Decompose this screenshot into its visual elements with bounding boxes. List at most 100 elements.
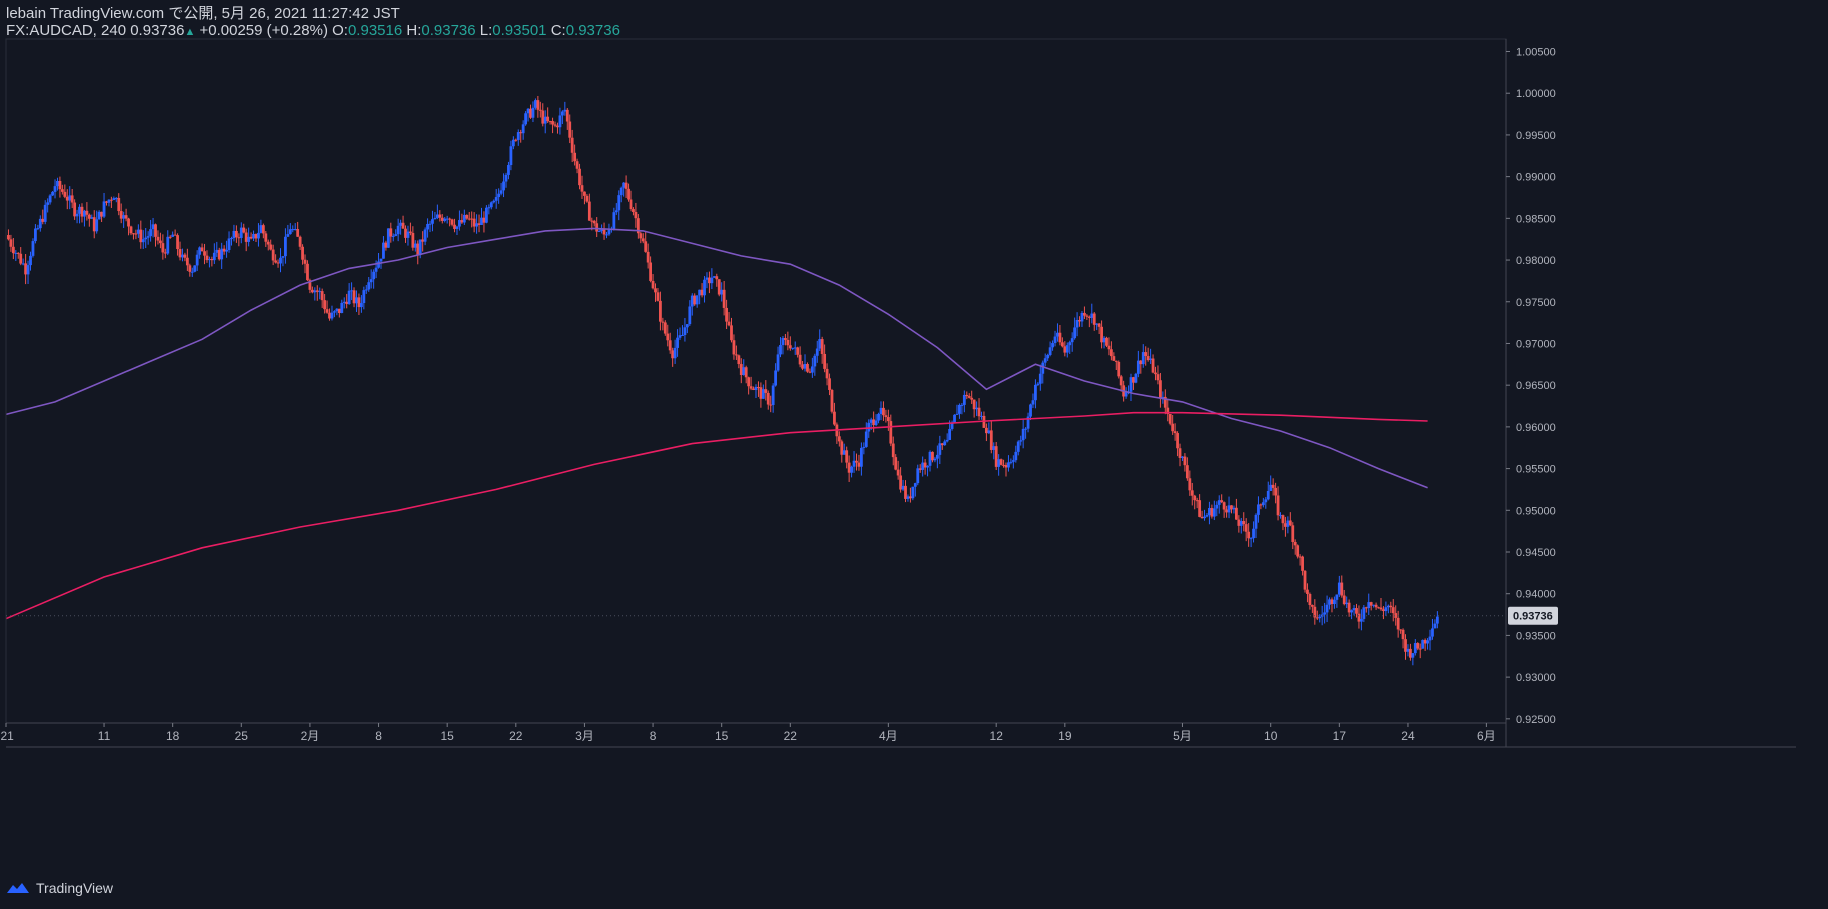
candle-body [438, 214, 442, 218]
candle-body [784, 338, 787, 340]
candle-body [994, 446, 998, 467]
candle-body [749, 386, 753, 389]
candle-body [1271, 484, 1275, 488]
candle-body [1188, 478, 1192, 491]
candle-body [771, 385, 775, 406]
candle-body [958, 404, 961, 414]
candle-body [1352, 608, 1356, 611]
x-tick-label: 4月 [879, 729, 898, 743]
candle-body [948, 428, 952, 440]
candle-body [1173, 431, 1177, 434]
candle-body [418, 239, 422, 256]
candle-body [1139, 360, 1143, 365]
candle-body [585, 195, 589, 202]
candle-body [1276, 495, 1280, 516]
candle-body [612, 212, 616, 229]
candle-body [185, 257, 189, 266]
candle-body [396, 225, 400, 235]
candle-body [335, 308, 339, 312]
x-tick-label: 2月 [301, 729, 320, 743]
candle-body [1117, 361, 1121, 377]
candle-body [663, 322, 667, 334]
candle-body [90, 217, 94, 219]
candle-body [1315, 617, 1319, 619]
candle-body [825, 368, 829, 379]
candle-body [136, 229, 140, 234]
candle-body [1168, 414, 1172, 424]
candle-body [163, 252, 167, 254]
candle-body [1257, 504, 1260, 515]
candle-body [1051, 343, 1054, 348]
candle-body [1384, 607, 1388, 612]
candle-body [1404, 639, 1407, 652]
candle-body [1048, 347, 1052, 355]
candle-body [1242, 521, 1246, 525]
candle-body [1379, 607, 1383, 610]
y-tick-label: 0.93500 [1516, 630, 1556, 642]
candle-body [1359, 618, 1363, 622]
candle-body [1261, 502, 1265, 506]
candle-body [183, 254, 187, 258]
candle-body [1266, 490, 1270, 500]
candle-body [482, 217, 486, 223]
candle-body [198, 247, 202, 255]
candle-body [688, 306, 692, 325]
candle-body [455, 226, 459, 229]
candle-body [355, 297, 358, 304]
candle-body [1296, 545, 1300, 557]
candle-body [1318, 616, 1322, 619]
candle-body [301, 246, 304, 260]
candle-body [879, 407, 883, 414]
candle-body [1112, 356, 1116, 361]
x-tick-label: 24 [1401, 729, 1415, 743]
candle-body [1083, 312, 1086, 316]
candle-body [700, 289, 704, 296]
candle-body [546, 116, 550, 122]
candle-body [568, 121, 572, 138]
candle-body [661, 321, 665, 323]
candle-body [266, 241, 270, 245]
price-chart[interactable]: 1.00500 1.00000 0.99500 0.99000 0.98500 0.980… [0, 0, 1828, 909]
candle-body [261, 225, 265, 234]
candle-body [357, 297, 361, 308]
candle-body [1310, 605, 1314, 607]
candle-body [717, 279, 721, 295]
candle-body [526, 108, 530, 114]
candle-body [105, 201, 108, 203]
candle-body [484, 207, 488, 223]
candle-body [480, 217, 483, 225]
candle-body [668, 340, 672, 351]
candle-body [416, 243, 420, 256]
candle-body [644, 241, 648, 252]
candle-body [531, 107, 535, 118]
candle-body [820, 339, 824, 354]
candle-body [254, 234, 258, 239]
candle-body [1092, 313, 1096, 325]
candle-body [781, 338, 785, 346]
candle-body [1234, 507, 1238, 520]
candle-body [1178, 448, 1182, 458]
candle-body [646, 251, 650, 263]
candle-body [315, 290, 319, 292]
candle-body [102, 201, 106, 217]
candle-body [872, 419, 876, 425]
candle-body [1007, 462, 1010, 468]
candle-body [739, 364, 743, 376]
candle-body [234, 230, 238, 238]
candle-body [386, 228, 390, 248]
candle-body [259, 225, 263, 233]
candle-body [634, 211, 638, 219]
candle-body [916, 468, 920, 484]
candle-body [1357, 613, 1361, 622]
candle-body [1337, 582, 1341, 595]
candle-body [249, 236, 253, 239]
candle-body [1220, 500, 1224, 503]
tradingview-logo[interactable]: TradingView [6, 880, 113, 896]
candle-body [693, 295, 697, 305]
candle-body [391, 235, 395, 237]
candle-body [945, 439, 949, 442]
candle-body [720, 289, 724, 295]
candle-body [1136, 360, 1140, 374]
candle-body [1181, 456, 1184, 458]
candle-body [1269, 484, 1273, 491]
